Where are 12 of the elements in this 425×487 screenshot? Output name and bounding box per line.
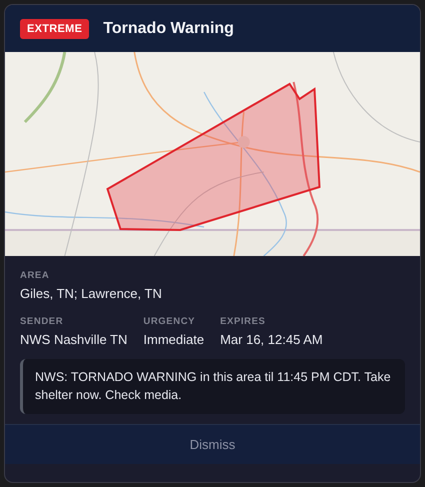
dismiss-button[interactable]: Dismiss bbox=[5, 424, 420, 464]
area-value: Giles, TN; Lawrence, TN bbox=[20, 286, 163, 301]
detail-label: SENDER bbox=[20, 316, 64, 327]
detail-value: Mar 16, 12:45 AM bbox=[220, 332, 323, 347]
area-label: AREA bbox=[20, 270, 50, 281]
severity-badge: EXTREME bbox=[20, 18, 90, 38]
detail-label: EXPIRES bbox=[220, 316, 266, 327]
alert-title: Tornado Warning bbox=[103, 20, 234, 38]
alert-message: NWS: TORNADO WARNING in this area til 11:45 PM CDT. Take shelter now. Check media. bbox=[20, 359, 405, 414]
detail-value: Immediate bbox=[143, 332, 204, 347]
detail-value: NWS Nashville TN bbox=[20, 332, 128, 347]
detail-label: URGENCY bbox=[143, 316, 196, 327]
